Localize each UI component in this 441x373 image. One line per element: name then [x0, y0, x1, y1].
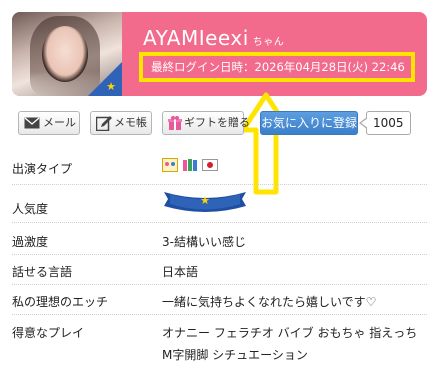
gift-button-label: ギフトを贈る	[184, 116, 250, 129]
profile-header: ★ AYAMIeexi ちゃん 最終ログイン日時：2026年04月28日(火) 2…	[12, 12, 427, 96]
memo-icon	[96, 116, 112, 131]
performer-name-suffix: ちゃん	[252, 37, 285, 48]
add-favorite-label: お気に入りに登録	[261, 116, 358, 130]
rank-corner-badge	[88, 62, 122, 96]
detail-label-type: 出演タイプ	[12, 162, 73, 176]
avatar-face	[42, 26, 88, 82]
star-icon: ★	[200, 194, 210, 207]
detail-label-language: 話せる言語	[12, 265, 73, 279]
detail-value-intensity: 3-結構いい感じ	[162, 235, 246, 249]
gift-button[interactable]: ギフトを贈る	[162, 111, 250, 135]
favorite-count: 1005	[366, 111, 411, 135]
avatar[interactable]: ★	[12, 12, 122, 96]
gift-icon	[168, 116, 182, 130]
detail-value-ideal: 一緒に気持ちよくなれたら嬉しいです♡	[162, 295, 377, 309]
memo-button[interactable]: メモ帳	[90, 111, 152, 135]
highlight-up-arrow	[240, 92, 292, 195]
type-icon	[162, 157, 178, 172]
mail-button[interactable]: メール	[18, 111, 80, 135]
group-icon	[182, 158, 197, 171]
detail-label-popularity: 人気度	[12, 202, 49, 216]
last-login-text: 最終ログイン日時：2026年04月28日(火) 22:46	[139, 52, 415, 82]
star-icon: ★	[106, 80, 116, 93]
detail-label-ideal: 私の理想のエッチ	[12, 295, 109, 309]
flag-jp-icon	[201, 158, 218, 171]
popularity-ribbon: ★	[164, 192, 246, 212]
mail-button-label: メール	[43, 116, 76, 129]
detail-value-play: オナニー フェラチオ バイブ おもちゃ 指えっち M字開脚 シチュエーション	[162, 326, 418, 362]
detail-value-type	[162, 157, 218, 172]
performer-name-text: AYAMIeexi	[143, 26, 249, 50]
memo-button-label: メモ帳	[114, 116, 147, 129]
mail-icon	[24, 117, 40, 129]
add-favorite-button[interactable]: お気に入りに登録	[260, 111, 358, 135]
detail-label-play: 得意なプレイ	[12, 326, 85, 340]
performer-name: AYAMIeexi ちゃん	[143, 26, 284, 50]
detail-value-language: 日本語	[162, 265, 199, 279]
detail-label-intensity: 過激度	[12, 235, 49, 249]
favorite-count-bubble: 1005	[358, 111, 418, 135]
